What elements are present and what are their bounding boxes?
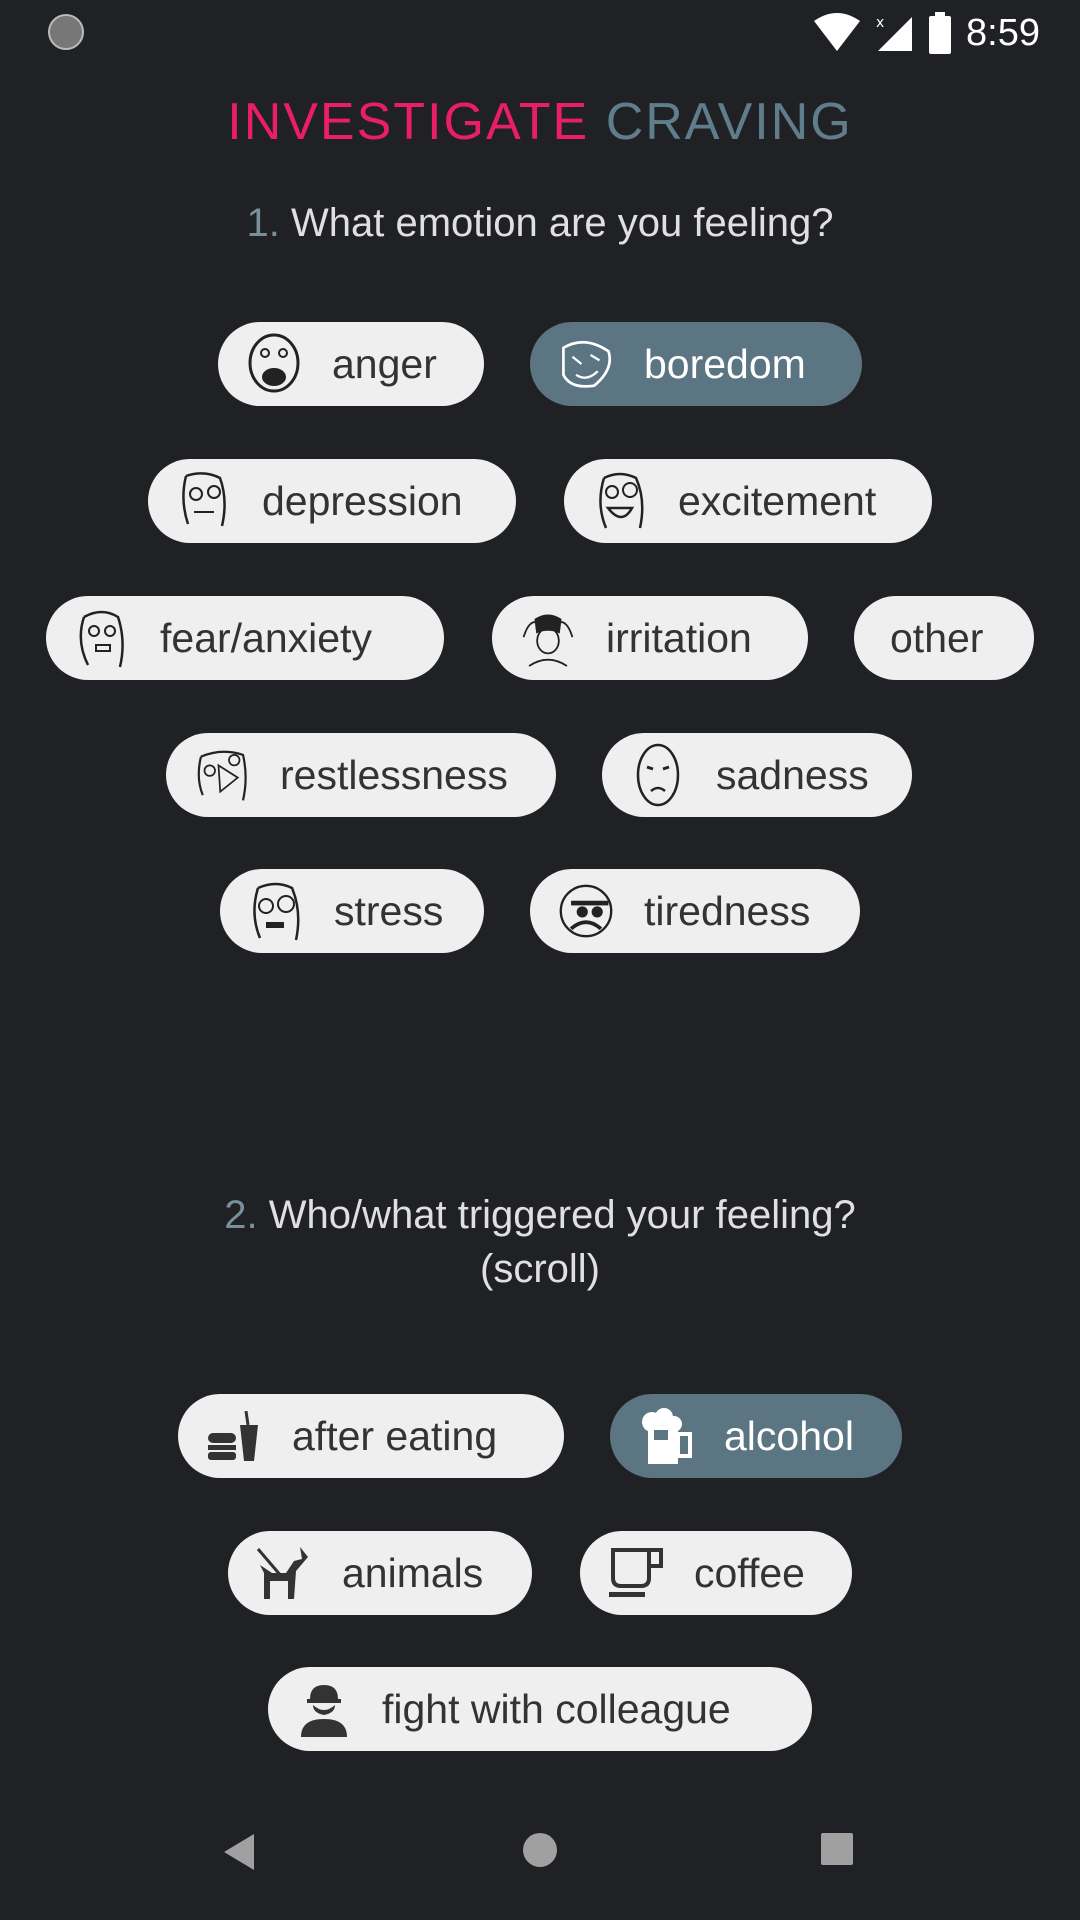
chip-tiredness[interactable]: tiredness [530, 869, 860, 953]
chip-alcohol[interactable]: alcohol [610, 1394, 902, 1478]
troll-face-icon [558, 332, 614, 396]
chip-label: after eating [292, 1412, 498, 1459]
status-bar: x 8:59 [0, 0, 1080, 64]
fastfood-icon [206, 1404, 262, 1468]
coffee-cup-icon [608, 1541, 664, 1605]
sync-icon [48, 14, 84, 50]
question-text: Who/what triggered your feeling? [268, 1193, 856, 1237]
chip-label: animals [342, 1549, 484, 1596]
chip-label: fear/anxiety [160, 614, 372, 661]
chip-label: alcohol [724, 1412, 854, 1459]
question-trigger: 2. Who/what triggered your feeling? (scr… [0, 1188, 1080, 1296]
chip-after-eating[interactable]: after eating [178, 1394, 564, 1478]
chip-label: sadness [716, 751, 869, 798]
wifi-icon [814, 13, 861, 51]
clock: 8:59 [966, 11, 1040, 54]
recents-button[interactable] [820, 1832, 854, 1866]
chip-label: irritation [606, 614, 752, 661]
back-button[interactable] [222, 1832, 258, 1872]
chip-fear-anxiety[interactable]: fear/anxiety [46, 596, 444, 680]
chip-label: stress [334, 887, 444, 934]
chip-label: restlessness [280, 751, 508, 798]
beer-mug-icon [638, 1404, 694, 1468]
scroll-hint: (scroll) [480, 1247, 600, 1291]
svg-text:x: x [876, 15, 884, 31]
okay-face-icon [630, 743, 686, 807]
chip-anger[interactable]: anger [218, 322, 484, 406]
page-title: INVESTIGATE CRAVING [0, 92, 1080, 152]
no-signal-icon: x [876, 15, 913, 51]
chip-label: anger [332, 340, 437, 387]
fuu-face-icon [194, 743, 250, 807]
chip-boredom[interactable]: boredom [530, 322, 862, 406]
battery-icon [929, 12, 952, 54]
chip-label: fight with colleague [382, 1685, 731, 1732]
chip-label: tiredness [644, 887, 811, 934]
worker-icon [296, 1677, 352, 1741]
chip-label: other [890, 614, 984, 661]
frustrated-face-icon [520, 606, 576, 670]
chip-other[interactable]: other [854, 596, 1034, 680]
chip-label: depression [262, 477, 463, 524]
title-craving: CRAVING [605, 93, 853, 151]
question-number: 2. [224, 1193, 258, 1237]
chip-coffee[interactable]: coffee [580, 1531, 852, 1615]
chip-restlessness[interactable]: restlessness [166, 733, 556, 817]
me-gusta-face-icon [558, 879, 614, 943]
excited-face-icon [592, 469, 648, 533]
chip-label: boredom [644, 340, 806, 387]
meh-face-icon [176, 469, 232, 533]
chip-label: coffee [694, 1549, 805, 1596]
question-text: What emotion are you feeling? [290, 201, 834, 245]
chip-fight-with-colleague[interactable]: fight with colleague [268, 1667, 812, 1751]
chip-stress[interactable]: stress [220, 869, 484, 953]
navigation-bar [0, 1800, 1080, 1920]
dog-walk-icon [256, 1541, 312, 1605]
chip-sadness[interactable]: sadness [602, 733, 912, 817]
question-number: 1. [246, 201, 280, 245]
title-investigate: INVESTIGATE [227, 93, 590, 151]
chip-animals[interactable]: animals [228, 1531, 532, 1615]
chip-label: excitement [678, 477, 877, 524]
chip-irritation[interactable]: irritation [492, 596, 808, 680]
home-button[interactable] [522, 1832, 558, 1868]
question-emotion: 1. What emotion are you feeling? [0, 196, 1080, 250]
chip-excitement[interactable]: excitement [564, 459, 932, 543]
rage-face-icon [246, 332, 302, 396]
chip-depression[interactable]: depression [148, 459, 516, 543]
stressed-face-icon [248, 879, 304, 943]
scared-face-icon [74, 606, 130, 670]
